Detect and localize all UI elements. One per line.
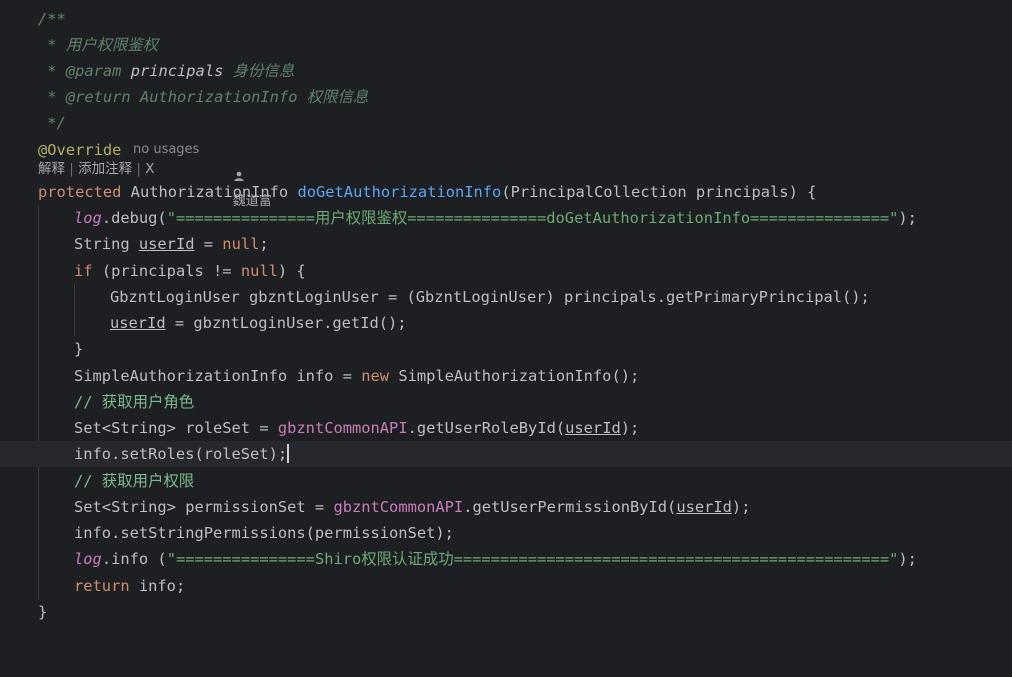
code-line: // 获取用户权限 [0,468,1012,494]
keyword: return [74,577,130,595]
statement: Set<String> permissionSet = [74,498,334,516]
punctuation: ; [259,235,269,253]
field: gbzntCommonAPI [333,498,464,516]
statement: info; [129,577,186,595]
doc-return-type: AuthorizationInfo [130,88,298,106]
code-line: /** [0,6,1012,32]
method-call: .getUserPermissionById( [463,498,677,516]
statement: = gbzntLoginUser.getId(); [165,314,407,332]
keyword: null [240,262,278,280]
statement: info.setStringPermissions(permissionSet)… [74,524,454,542]
code-line: * @param principals 身份信息 [0,58,1012,84]
doc-comment-close: */ [38,114,66,132]
method-call: .getUserRoleById( [407,419,566,437]
variable: userId [565,419,621,437]
doc-param-name: principals [121,62,224,80]
code-line: Set<String> roleSet = gbzntCommonAPI.get… [0,415,1012,441]
doc-param-desc: 身份信息 [223,62,295,80]
line-comment: // 获取用户权限 [74,472,195,490]
code-line: // 获取用户角色 [0,389,1012,415]
method-call: .debug( [101,209,167,227]
add-comment-link[interactable]: 添加注释 [78,161,132,177]
statement: SimpleAuthorizationInfo(); [389,367,640,385]
code-line: } [0,336,1012,362]
doc-return-tag: @return [65,88,131,106]
field: gbzntCommonAPI [277,419,408,437]
condition: (principals != [92,262,241,280]
log-field: log [74,550,102,568]
doc-return-desc: 权限信息 [297,88,369,106]
code-editor[interactable]: /** * 用户权限鉴权 * @param principals 身份信息 * … [0,0,1012,636]
code-line: SimpleAuthorizationInfo info = new Simpl… [0,363,1012,389]
doc-param-tag: @param [65,62,122,80]
log-field: log [74,209,102,227]
code-line: String userId = null; [0,231,1012,257]
statement: SimpleAuthorizationInfo info = [74,367,362,385]
statement: info.setRoles(roleSet); [74,445,288,463]
return-type: AuthorizationInfo [121,183,298,201]
explain-link[interactable]: 解释 [38,161,65,177]
brace: } [38,603,48,621]
code-line: info.setStringPermissions(permissionSet)… [0,520,1012,546]
code-line: */ [0,110,1012,136]
doc-star: * [38,88,66,106]
line-comment: // 获取用户角色 [74,393,195,411]
doc-comment-desc: * 用户权限鉴权 [38,36,159,54]
code-line: log.info ("===============Shiro权限认证成功===… [0,546,1012,572]
doc-comment-open: /** [38,10,66,28]
variable: userId [110,314,166,332]
keyword: new [361,367,390,385]
method-name: doGetAuthorizationInfo [297,183,502,201]
code-line: userId = gbzntLoginUser.getId(); [0,310,1012,336]
code-line: return info; [0,573,1012,599]
keyword: protected [38,183,122,201]
punctuation: ); [731,498,751,516]
statement: Set<String> roleSet = [74,419,278,437]
code-line: GbzntLoginUser gbzntLoginUser = (GbzntLo… [0,284,1012,310]
code-line: Set<String> permissionSet = gbzntCommonA… [0,494,1012,520]
keyword: null [222,235,260,253]
string-literal: "===============Shiro权限认证成功=============… [166,550,899,568]
code-line: * 用户权限鉴权 [0,32,1012,58]
code-line: * @return AuthorizationInfo 权限信息 [0,84,1012,110]
string-literal: "===============用户权限鉴权===============doG… [166,209,899,227]
code-line: } [0,599,1012,625]
type: String [74,235,139,253]
keyword: if [74,262,93,280]
punctuation: ); [898,209,917,227]
doc-star: * [38,62,66,80]
separator: | [65,161,79,177]
method-call: .info ( [101,550,167,568]
punctuation: ); [620,419,640,437]
current-line: info.setRoles(roleSet); [0,441,1012,467]
text-caret [287,444,289,463]
punctuation: ); [898,550,917,568]
statement: GbzntLoginUser gbzntLoginUser = (GbzntLo… [110,288,870,306]
variable: userId [138,235,195,253]
ai-actions-hint: 解释 | 添加注释 | X [38,158,155,180]
code-line: if (principals != null) { [0,258,1012,284]
code-line: log.debug("===============用户权限鉴权========… [0,205,1012,231]
close-hint-button[interactable]: X [145,161,154,177]
variable: userId [676,498,732,516]
operator: = [194,235,223,253]
parameters: (PrincipalCollection principals) { [501,183,817,201]
punctuation: ) { [277,262,306,280]
brace: } [74,340,84,358]
separator: | [132,161,146,177]
code-line: protected AuthorizationInfo doGetAuthori… [0,179,1012,205]
